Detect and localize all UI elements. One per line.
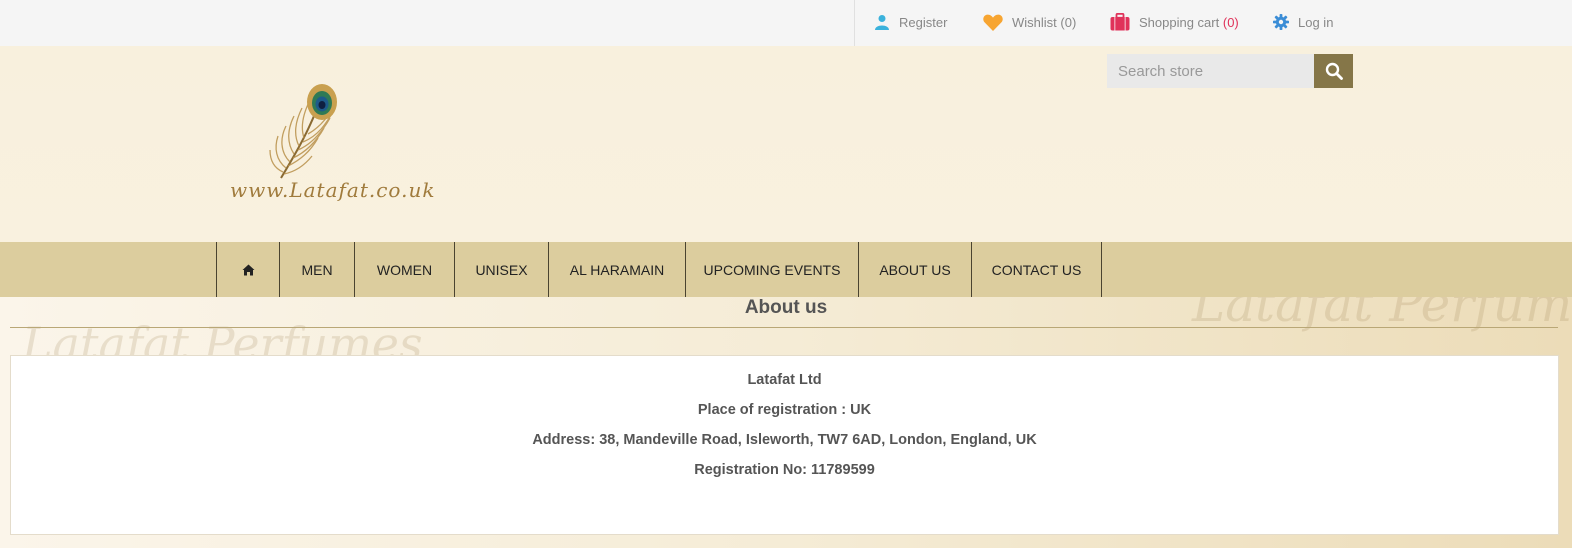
login-link[interactable]: Log in [1273,12,1333,32]
search-input[interactable] [1107,54,1314,88]
search-button[interactable] [1314,54,1353,88]
title-divider [10,327,1558,328]
registration-number: Registration No: 11789599 [694,462,875,478]
login-label: Log in [1298,14,1334,30]
menu-item-unisex[interactable]: UNISEX [455,242,549,297]
company-name: Latafat Ltd [747,372,822,388]
search-icon [1325,62,1343,80]
menu-item-upcoming-events[interactable]: UPCOMING EVENTS [686,242,859,297]
menu-item-women[interactable]: WOMEN [355,242,455,297]
search-box [1107,54,1353,88]
wishlist-label: Wishlist [1012,14,1057,30]
page-title: About us [744,297,828,318]
registration-place: Place of registration : UK [697,402,872,418]
about-info-box: Latafat Ltd Place of registration : UK A… [10,355,1559,535]
bag-icon [1110,13,1130,31]
shopping-cart-link[interactable]: Shopping cart (0) [1110,12,1239,32]
menu-item-al-haramain[interactable]: AL HARAMAIN [549,242,686,297]
register-label: Register [899,14,948,30]
menu-item-contact-us[interactable]: CONTACT US [972,242,1102,297]
home-icon [242,264,254,275]
logo-text: www.Latafat.co.uk [230,178,436,202]
header-divider [854,0,855,46]
register-link[interactable]: Register [874,12,947,32]
menu-item-about-us[interactable]: ABOUT US [859,242,972,297]
wishlist-link[interactable]: Wishlist (0) [983,12,1076,32]
header-links-bar: Register Wishlist (0) Shopping cart (0) [0,0,1572,46]
gear-icon [1273,14,1289,30]
menu-item-men[interactable]: MEN [280,242,355,297]
company-address: Address: 38, Mandeville Road, Isleworth,… [532,432,1037,448]
shopping-cart-label: Shopping cart [1139,14,1220,30]
menu-item-home[interactable] [217,242,280,297]
wishlist-count: (0) [1060,14,1077,30]
shopping-cart-count: (0) [1222,14,1239,30]
main-menu: MEN WOMEN UNISEX AL HARAMAIN UPCOMING EV… [0,242,1572,297]
heart-icon [983,14,1003,31]
header-main: www.Latafat.co.uk [0,46,1572,242]
user-icon [875,15,889,30]
